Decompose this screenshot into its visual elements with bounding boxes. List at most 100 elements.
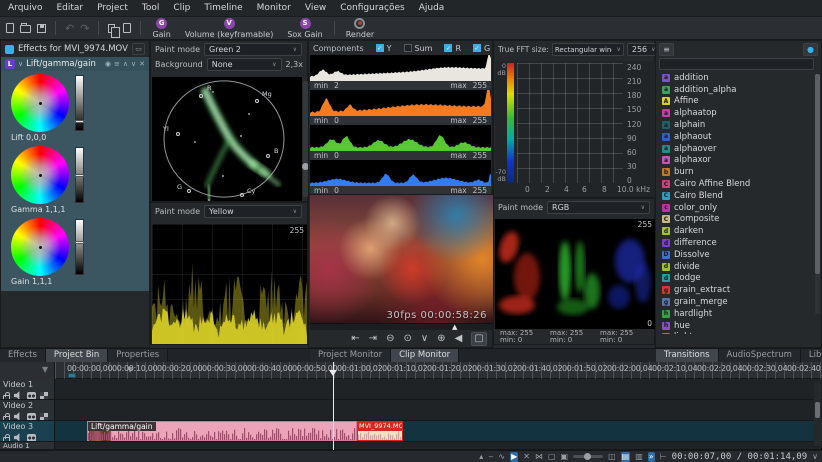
open-folder-icon[interactable] <box>20 25 31 33</box>
checkbox-r[interactable]: ✓R <box>444 44 461 53</box>
tab-project-monitor[interactable]: Project Monitor <box>310 349 391 363</box>
video-thumbnails-icon[interactable]: ▤ <box>621 452 631 462</box>
transition-item-alphaxor[interactable]: aalphaxor <box>656 155 821 167</box>
track-lane-video-3[interactable]: Lift/gamma/gain MVI_9974.MOV <box>55 421 822 442</box>
checkbox-sum[interactable]: Sum <box>404 44 433 53</box>
tab-clip-monitor[interactable]: Clip Monitor <box>391 349 459 363</box>
eye-icon[interactable]: ◉ <box>105 60 111 68</box>
transition-item-hardlight[interactable]: hhardlight <box>656 308 821 320</box>
transition-item-grain-merge[interactable]: ggrain_merge <box>656 296 821 308</box>
menu-view[interactable]: View <box>305 3 326 13</box>
menu-editar[interactable]: Editar <box>56 3 83 13</box>
select-tool-icon[interactable]: ▶ <box>510 452 518 462</box>
transition-item-addition-alpha[interactable]: aaddition_alpha <box>656 84 821 96</box>
fft-size-select[interactable]: 256∨ <box>627 43 657 56</box>
track-lane-video-1[interactable] <box>55 379 822 400</box>
parade-paint-mode-select[interactable]: RGB∨ <box>547 201 650 214</box>
hide-track-icon[interactable] <box>40 392 48 400</box>
tab-effects[interactable]: Effects <box>0 349 46 363</box>
video-icon[interactable] <box>27 434 36 442</box>
menu-monitor[interactable]: Monitor <box>257 3 291 13</box>
lift-slider[interactable] <box>75 75 84 131</box>
lock-icon[interactable] <box>3 395 10 400</box>
transition-item-grain-extract[interactable]: ggrain_extract <box>656 284 821 296</box>
transition-item-alphaover[interactable]: aalphaover <box>656 143 821 155</box>
timeline-zoom-slider[interactable] <box>573 455 603 458</box>
effects-panel-menu-button[interactable]: ▭ <box>132 43 145 55</box>
tab-library[interactable]: Library <box>801 349 822 363</box>
transition-item-cairo-blend[interactable]: CCairo Blend <box>656 190 821 202</box>
effect-row-lift-gamma-gain[interactable]: L ∨ Lift/gamma/gain ◉ ≡ ∧ ∨ ✕ <box>1 57 149 71</box>
volume-icon[interactable]: ◀ <box>455 333 463 345</box>
show-markers-icon[interactable]: » <box>648 452 655 462</box>
mute-icon[interactable] <box>14 433 23 442</box>
hamburger-menu-icon[interactable]: ≡ <box>659 43 674 56</box>
track-header-video-1[interactable]: Video 1 <box>0 379 55 400</box>
tab-properties[interactable]: Properties <box>108 349 168 363</box>
zoom-out-icon[interactable]: ⊖ <box>386 333 394 345</box>
waveform-paint-mode-select[interactable]: Yellow∨ <box>204 205 302 218</box>
mute-icon[interactable] <box>14 412 23 421</box>
play-menu-icon[interactable]: ⊙ <box>403 333 411 345</box>
save-icon[interactable] <box>37 24 46 33</box>
menu-clip[interactable]: Clip <box>173 3 190 13</box>
checkbox-y[interactable]: ✓Y <box>376 44 392 53</box>
transition-item-difference[interactable]: ddifference <box>656 237 821 249</box>
move-up-icon[interactable]: ∧ <box>123 60 128 68</box>
clip-lift-gamma-gain[interactable]: Lift/gamma/gain <box>87 421 357 441</box>
tab-project-bin[interactable]: Project Bin <box>46 349 108 363</box>
track-lane-video-2[interactable] <box>55 400 822 421</box>
gamma-slider[interactable] <box>75 147 84 203</box>
timeline-zone-marker[interactable] <box>68 373 76 378</box>
chevron-down-icon[interactable]: ∨ <box>812 452 818 462</box>
fit-zoom-icon[interactable]: ▢ <box>548 452 556 462</box>
menu-arquivo[interactable]: Arquivo <box>8 3 42 13</box>
transition-item-alphain[interactable]: aalphain <box>656 119 821 131</box>
split-audio-icon[interactable]: ◫ <box>608 452 616 462</box>
track-lane-audio-1[interactable] <box>55 442 822 450</box>
transition-item-composite[interactable]: CComposite <box>656 214 821 226</box>
zoom-project-icon[interactable]: ▣ <box>561 452 569 462</box>
menu-timeline[interactable]: Timeline <box>204 3 242 13</box>
lift-color-wheel[interactable] <box>11 74 69 132</box>
track-header-video-2[interactable]: Video 2 <box>0 400 55 421</box>
gain-slider[interactable] <box>75 219 84 275</box>
new-document-icon[interactable] <box>6 23 14 33</box>
monitor-video-frame[interactable]: 30fps 00:00:58:26 <box>310 195 493 323</box>
render-button[interactable]: Render <box>344 18 376 39</box>
video-icon[interactable] <box>27 392 36 400</box>
tab-audiospectrum[interactable]: AudioSpectrum <box>719 349 801 363</box>
transition-item-alphaout[interactable]: aalphaout <box>656 131 821 143</box>
track-target-icon[interactable]: ▴ <box>479 452 483 462</box>
snap-icon[interactable]: ⊢ <box>660 452 667 462</box>
audio-thumbnails-icon[interactable]: ▥ <box>635 452 643 462</box>
timeline-scrollbar[interactable] <box>814 382 821 446</box>
razor-tool-icon[interactable]: ✕ <box>523 452 530 462</box>
zone-end-icon[interactable]: ⇥ <box>369 333 377 345</box>
transition-item-burn[interactable]: bburn <box>656 166 821 178</box>
transition-item-alphaatop[interactable]: aalphaatop <box>656 107 821 119</box>
tab-transitions[interactable]: Transitions <box>656 349 719 363</box>
copy-icon[interactable] <box>108 24 115 33</box>
zoom-in-icon[interactable]: ⊕ <box>437 333 445 345</box>
transitions-search-input[interactable] <box>659 58 814 70</box>
monitor-seek-bar[interactable]: ▲ <box>310 323 493 330</box>
menu-icon[interactable]: ≡ <box>114 60 120 68</box>
video-icon[interactable] <box>27 413 36 421</box>
menu-tool[interactable]: Tool <box>142 3 159 13</box>
close-icon[interactable]: ✕ <box>139 60 145 68</box>
undo-icon[interactable]: ↶ <box>65 23 74 34</box>
effect-button-volume-keyframable-[interactable]: VVolume (keyframable) <box>183 18 275 39</box>
hide-track-icon[interactable] <box>40 413 48 421</box>
effect-button-gain[interactable]: GGain <box>150 18 172 39</box>
transition-item-lighten[interactable]: llighten <box>656 332 821 334</box>
zone-start-icon[interactable]: ⇤ <box>351 333 359 345</box>
transition-item-hue[interactable]: hhue <box>656 320 821 332</box>
audio-mix-icon[interactable]: ∿ <box>498 452 505 462</box>
track-header-video-3[interactable]: Video 3 <box>0 421 55 442</box>
effect-button-sox-gain[interactable]: SSox Gain <box>285 18 324 39</box>
info-icon[interactable]: ● <box>803 43 818 56</box>
transition-item-addition[interactable]: aaddition <box>656 72 821 84</box>
playhead[interactable] <box>333 362 334 450</box>
paste-icon[interactable] <box>123 23 131 33</box>
